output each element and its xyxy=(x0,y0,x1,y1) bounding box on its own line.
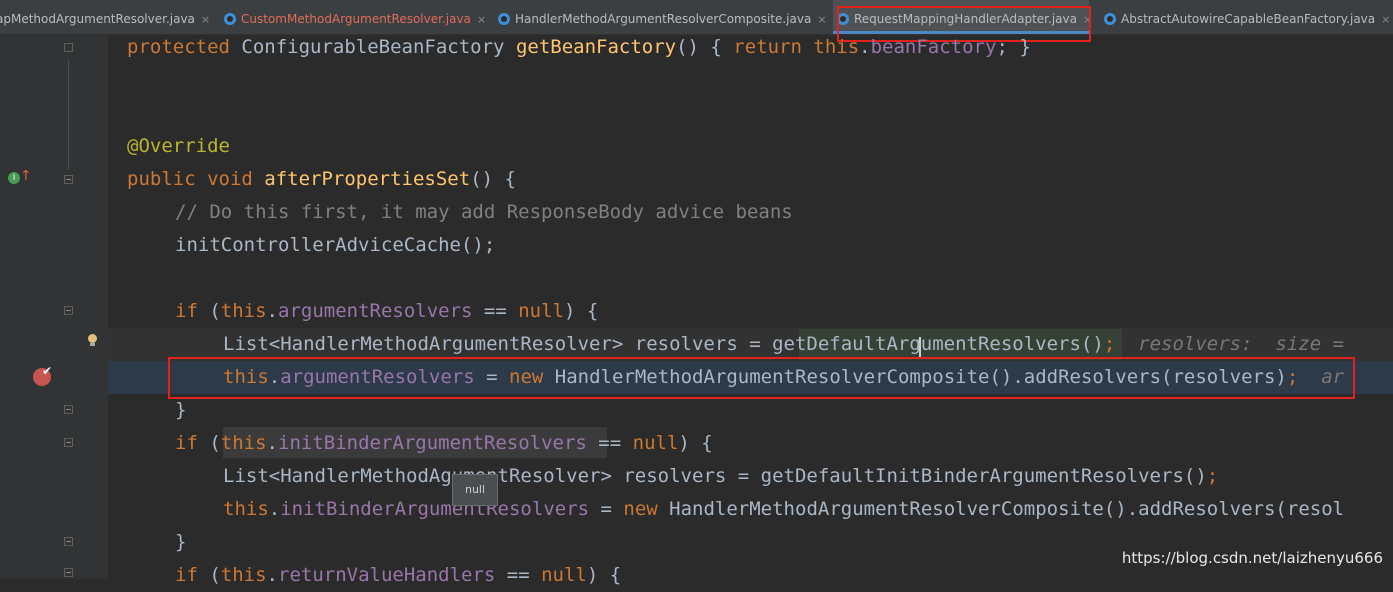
implements-method-icon[interactable]: I xyxy=(8,172,20,184)
code-line[interactable]: initControllerAdviceCache(); xyxy=(175,229,495,262)
tab-custom-method-argument-resolver[interactable]: CustomMethodArgumentResolver.java × xyxy=(224,0,486,34)
code-line[interactable]: if (this.returnValueHandlers == null) { xyxy=(175,559,621,592)
code-line[interactable]: if (this.initBinderArgumentResolvers == … xyxy=(175,427,713,460)
fold-collapse-icon[interactable] xyxy=(64,568,73,577)
code-line[interactable]: protected ConfigurableBeanFactory getBea… xyxy=(127,31,1031,64)
breakpoint-line-highlight-box xyxy=(168,357,1355,399)
editor-tab-bar: apMethodArgumentResolver.java × CustomMet… xyxy=(0,0,1393,35)
fold-guide xyxy=(68,60,69,170)
tab-handler-method-argument-resolver-composite[interactable]: HandlerMethodArgumentResolverComposite.j… xyxy=(498,0,827,34)
editor-gutter xyxy=(0,35,108,579)
tab-close-icon[interactable]: × xyxy=(817,13,826,26)
tab-label: HandlerMethodArgumentResolverComposite.j… xyxy=(515,12,812,26)
fold-collapse-icon[interactable] xyxy=(64,438,73,447)
tab-label: AbstractAutowireCapableBeanFactory.java xyxy=(1121,12,1376,26)
code-line[interactable]: this.initBinderArgumentResolvers = new H… xyxy=(223,493,1344,526)
override-up-arrow-icon[interactable]: ↑ xyxy=(20,168,32,184)
fold-marker-icon[interactable] xyxy=(64,43,73,52)
tab-close-icon[interactable]: × xyxy=(1381,13,1390,26)
fold-collapse-icon[interactable] xyxy=(64,537,73,546)
fold-collapse-icon[interactable] xyxy=(64,405,73,414)
tab-abstract-autowire-capable-bean-factory[interactable]: AbstractAutowireCapableBeanFactory.java × xyxy=(1104,0,1390,34)
tab-label: apMethodArgumentResolver.java xyxy=(0,12,195,26)
tab-label: CustomMethodArgumentResolver.java xyxy=(241,12,471,26)
watermark-url: https://blog.csdn.net/laizhenyu666 xyxy=(1121,549,1383,567)
class-icon xyxy=(498,13,510,25)
intention-bulb-icon[interactable] xyxy=(88,334,97,343)
code-line[interactable]: // Do this first, it may add ResponseBod… xyxy=(175,196,793,229)
code-line[interactable]: List<HandlerMethodAgumentResolver> resol… xyxy=(223,460,1218,493)
fold-collapse-icon[interactable] xyxy=(64,306,73,315)
tab-close-icon[interactable]: × xyxy=(201,13,210,26)
code-line[interactable]: @Override xyxy=(127,130,230,163)
tab-map-method-argument-resolver[interactable]: apMethodArgumentResolver.java × xyxy=(0,0,210,34)
class-icon xyxy=(224,13,236,25)
code-line[interactable]: if (this.argumentResolvers == null) { xyxy=(175,295,598,328)
code-line[interactable]: } xyxy=(175,526,186,559)
code-line[interactable]: public void afterPropertiesSet() { xyxy=(127,163,516,196)
fold-collapse-icon[interactable] xyxy=(64,175,73,184)
value-tooltip: null xyxy=(452,474,498,506)
tab-close-icon[interactable]: × xyxy=(477,13,486,26)
text-caret xyxy=(919,337,921,358)
breakpoint-check-icon: ✔ xyxy=(42,364,53,378)
class-icon xyxy=(1104,13,1116,25)
intention-bulb-base xyxy=(90,343,95,346)
